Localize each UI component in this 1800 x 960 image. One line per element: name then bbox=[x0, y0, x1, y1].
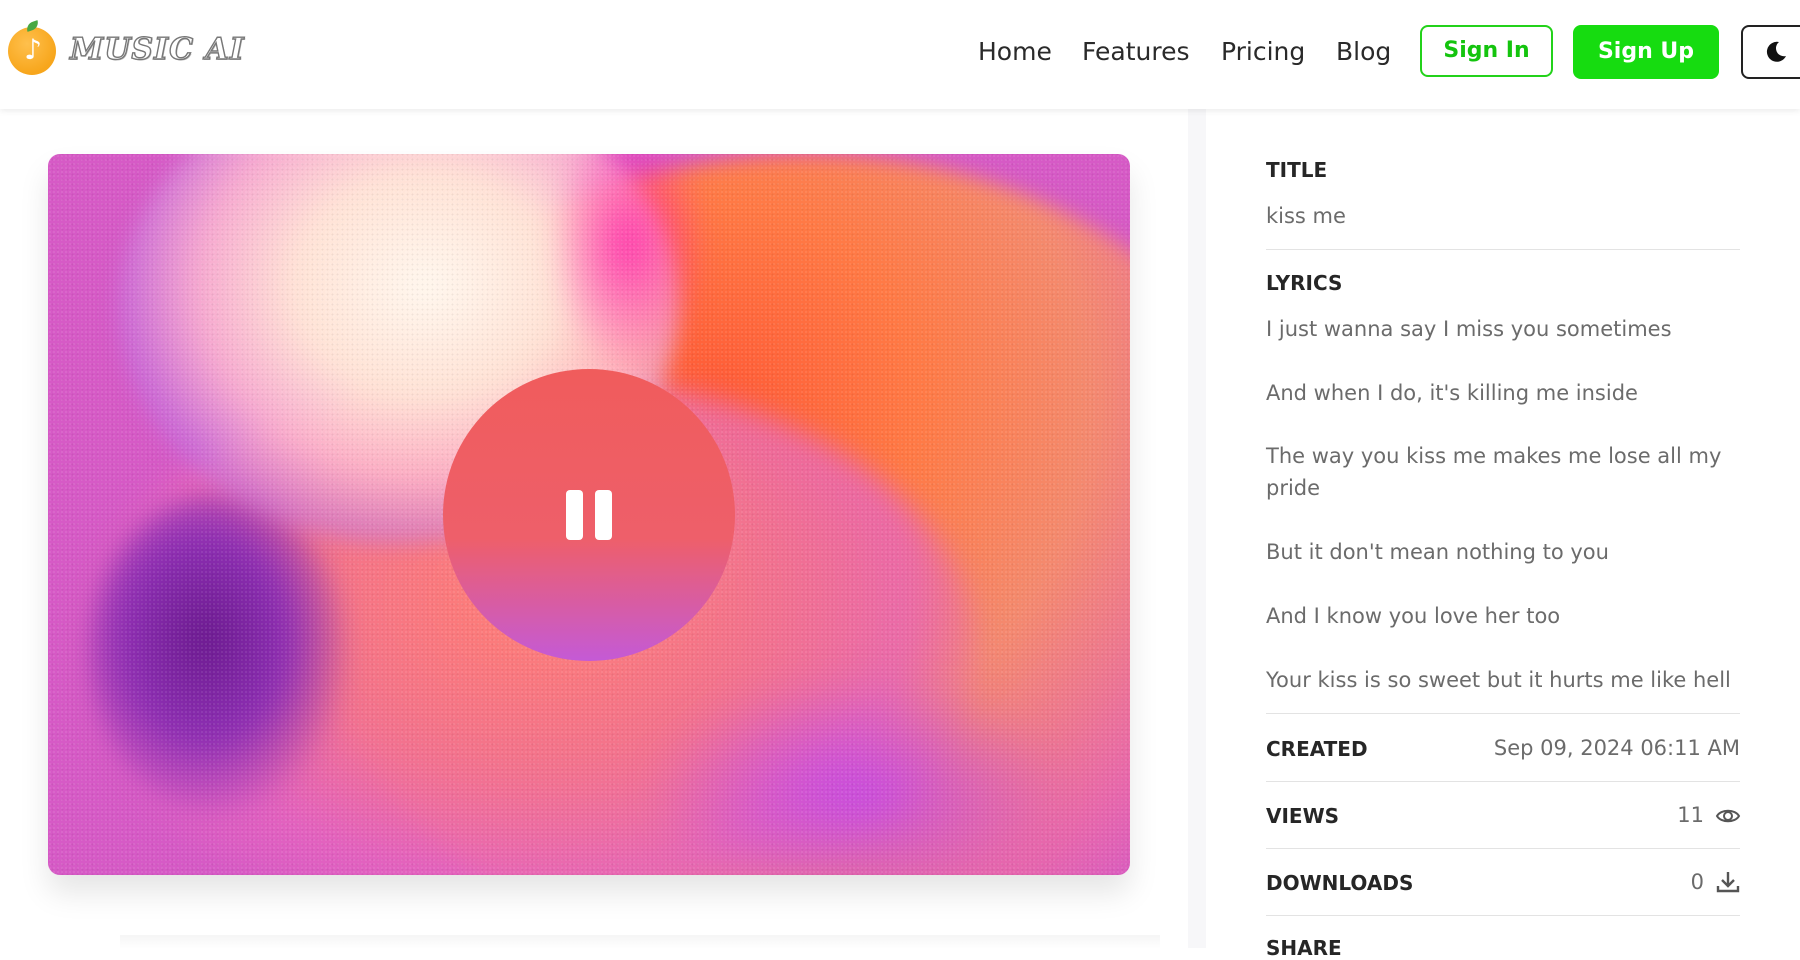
divider bbox=[1266, 848, 1740, 849]
downloads-count: 0 bbox=[1690, 870, 1704, 894]
pause-icon bbox=[566, 490, 612, 540]
panel-separator bbox=[1188, 109, 1206, 948]
created-label: CREATED bbox=[1266, 737, 1368, 761]
nav-features[interactable]: Features bbox=[1082, 32, 1190, 72]
lyrics-line: I just wanna say I miss you sometimes bbox=[1266, 317, 1672, 341]
lyrics-line: Your kiss is so sweet but it hurts me li… bbox=[1266, 668, 1731, 692]
download-icon[interactable] bbox=[1715, 869, 1741, 895]
top-navbar: ♪ MUSIC AI Home Features Pricing Blog Si… bbox=[0, 0, 1800, 109]
lyrics-label: LYRICS bbox=[1266, 271, 1343, 295]
song-artwork bbox=[48, 154, 1130, 875]
created-value: Sep 09, 2024 06:11 AM bbox=[1493, 736, 1740, 760]
nav-blog[interactable]: Blog bbox=[1336, 32, 1391, 72]
music-note-icon: ♪ bbox=[24, 33, 42, 66]
section-shadow bbox=[120, 935, 1160, 949]
divider bbox=[1266, 249, 1740, 250]
lyrics-line: The way you kiss me makes me lose all my… bbox=[1266, 444, 1722, 500]
moon-icon bbox=[1766, 41, 1786, 62]
theme-toggle-button[interactable] bbox=[1741, 25, 1800, 79]
divider bbox=[1266, 915, 1740, 916]
play-pause-button[interactable] bbox=[443, 369, 735, 661]
share-label: SHARE bbox=[1266, 936, 1342, 960]
sign-in-button[interactable]: Sign In bbox=[1420, 25, 1553, 77]
lyrics-line: And when I do, it's killing me inside bbox=[1266, 381, 1638, 405]
divider bbox=[1266, 713, 1740, 714]
divider bbox=[1266, 781, 1740, 782]
lyrics-line: And I know you love her too bbox=[1266, 604, 1561, 628]
eye-icon bbox=[1715, 809, 1741, 823]
title-label: TITLE bbox=[1266, 158, 1328, 182]
sign-up-button[interactable]: Sign Up bbox=[1573, 25, 1719, 79]
nav-home[interactable]: Home bbox=[978, 32, 1052, 72]
title-value: kiss me bbox=[1266, 204, 1346, 228]
logo-leaf bbox=[25, 20, 40, 32]
lyrics-line: But it don't mean nothing to you bbox=[1266, 540, 1609, 564]
logo-text[interactable]: MUSIC AI bbox=[69, 30, 245, 70]
views-label: VIEWS bbox=[1266, 804, 1340, 828]
nav-pricing[interactable]: Pricing bbox=[1221, 32, 1305, 72]
downloads-label: DOWNLOADS bbox=[1266, 871, 1414, 895]
logo-icon[interactable]: ♪ bbox=[8, 20, 56, 75]
views-count: 11 bbox=[1677, 803, 1704, 827]
